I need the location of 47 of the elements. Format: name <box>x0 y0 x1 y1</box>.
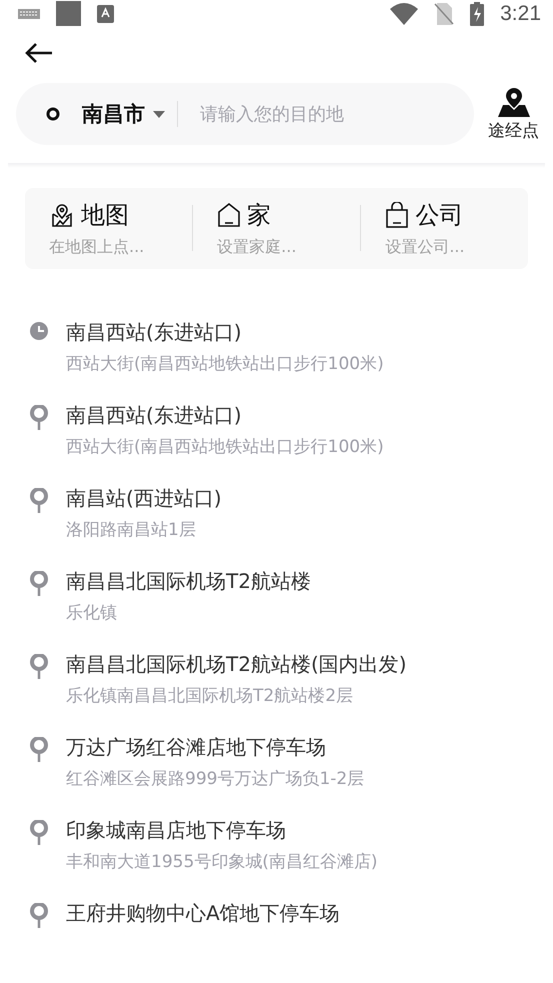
shortcut-title: 家 <box>247 200 272 231</box>
map-pin-icon <box>49 202 75 228</box>
place-name[interactable]: 南昌昌北国际机场T2航站楼 <box>66 568 311 595</box>
pin-icon <box>30 820 48 846</box>
place-address: 丰和南大道1955号印象城(南昌红谷滩店) <box>66 851 378 873</box>
keyboard-a-icon <box>97 4 114 23</box>
caret-icon <box>153 110 165 118</box>
pin-icon <box>30 903 48 929</box>
shortcut-subtitle: 设置公司... <box>385 236 466 258</box>
shortcut-title: 公司 <box>415 200 464 231</box>
pin-icon <box>30 737 48 763</box>
status-time: 3:21 <box>500 2 541 26</box>
keyboard-icon <box>18 8 40 19</box>
place-address: 乐化镇 <box>66 602 118 624</box>
shortcut-button[interactable]: 地图 在地图上点... <box>25 198 192 258</box>
place-name[interactable]: 南昌昌北国际机场T2航站楼(国内出发) <box>66 651 407 678</box>
place-address: 西站大街(南昌西站地铁站出口步行100米) <box>66 353 384 375</box>
place-address: 乐化镇南昌昌北国际机场T2航站楼2层 <box>66 685 354 707</box>
place-name[interactable]: 南昌西站(东进站口) <box>66 402 384 429</box>
pin-icon <box>30 488 48 514</box>
waypoint-pin-icon <box>498 86 530 117</box>
shortcut-button[interactable]: 家 设置家庭... <box>193 198 360 258</box>
shortcut-title: 地图 <box>81 200 129 231</box>
no-sim-icon <box>434 2 454 25</box>
search-field[interactable]: 南昌市 请输入您的目的地 <box>16 83 474 146</box>
home-icon <box>217 202 242 228</box>
wifi-icon <box>390 2 418 25</box>
place-name[interactable]: 印象城南昌店地下停车场 <box>66 817 378 844</box>
waypoint-button[interactable]: 途经点 <box>488 86 539 142</box>
clock-icon <box>30 322 48 340</box>
place-address: 西站大街(南昌西站地铁站出口步行100米) <box>66 436 384 458</box>
place-name[interactable]: 万达广场红谷滩店地下停车场 <box>66 734 364 761</box>
place-address: 红谷滩区会展路999号万达广场负1-2层 <box>66 768 364 790</box>
shortcut-subtitle: 在地图上点... <box>49 236 146 258</box>
square-icon <box>56 1 81 26</box>
origin-dot-icon <box>46 107 60 122</box>
place-name[interactable]: 王府井购物中心A馆地下停车场 <box>66 900 340 927</box>
shortcut-subtitle: 设置家庭... <box>217 236 298 258</box>
place-name[interactable]: 南昌西站(东进站口) <box>66 319 384 346</box>
place-name[interactable]: 南昌站(西进站口) <box>66 485 222 512</box>
pin-icon <box>30 654 48 680</box>
pin-icon <box>30 571 48 597</box>
shortcut-button[interactable]: 公司 设置公司... <box>361 198 528 258</box>
place-address: 洛阳路南昌站1层 <box>66 519 197 541</box>
pin-icon <box>30 405 48 431</box>
city-dropdown[interactable]: 南昌市 <box>82 100 165 128</box>
bag-icon <box>385 202 410 228</box>
